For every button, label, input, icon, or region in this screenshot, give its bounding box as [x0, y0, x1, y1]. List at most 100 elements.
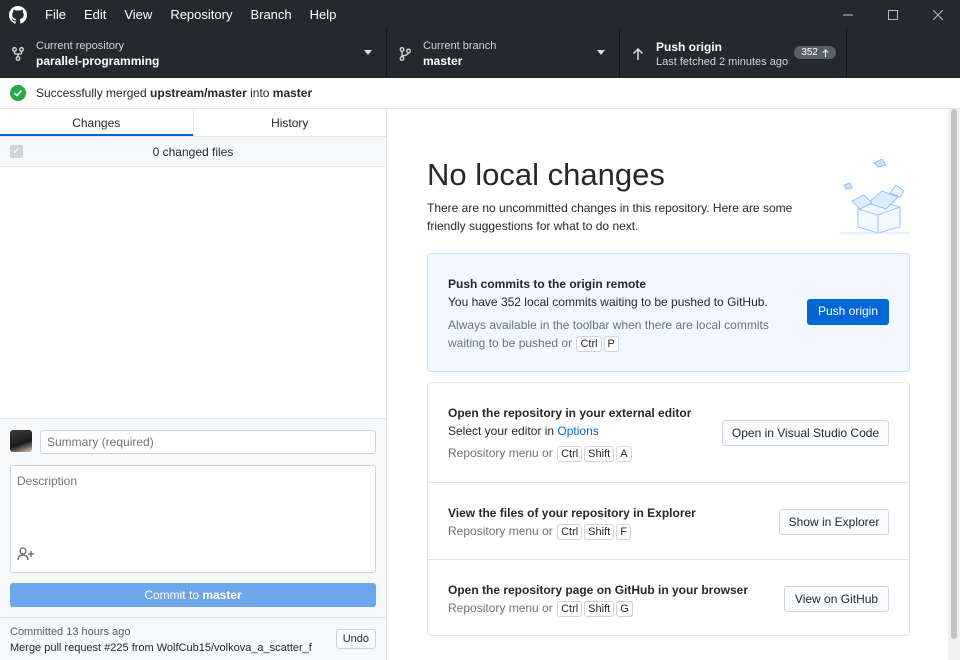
menu-bar: File Edit View Repository Branch Help	[36, 0, 345, 29]
repo-icon	[0, 46, 36, 61]
menu-file[interactable]: File	[36, 0, 75, 29]
commit-count-badge: 352	[794, 46, 836, 59]
github-action: Open the repository page on GitHub in yo…	[428, 559, 909, 636]
menu-edit[interactable]: Edit	[75, 0, 115, 29]
title-bar: File Edit View Repository Branch Help	[0, 0, 960, 29]
maximize-icon[interactable]	[870, 0, 915, 29]
explorer-menu-text: Repository menu or	[448, 524, 553, 538]
menu-repository[interactable]: Repository	[161, 0, 241, 29]
push-origin-button[interactable]: Push origin Last fetched 2 minutes ago 3…	[620, 29, 847, 78]
commit-button-branch: master	[202, 588, 242, 602]
push-commits-card: Push commits to the origin remote You ha…	[427, 253, 910, 372]
changed-files-header: ✓ 0 changed files	[0, 137, 386, 167]
github-menu-text: Repository menu or	[448, 601, 553, 615]
sidebar-tabs: Changes History	[0, 109, 386, 137]
github-logo-icon	[0, 0, 36, 29]
repo-label: Current repository	[36, 39, 125, 52]
github-shortcut: Repository menu or Ctrl Shift G	[448, 599, 634, 617]
commit-count: 352	[801, 47, 818, 58]
kbd-shift: Shift	[584, 601, 615, 617]
editor-line: Select your editor in Options	[448, 424, 599, 438]
kbd-ctrl: Ctrl	[557, 524, 583, 540]
commit-button[interactable]: Commit to master	[10, 583, 376, 607]
kbd-a: A	[616, 446, 632, 462]
banner-text: Successfully merged upstream/master into…	[36, 86, 312, 100]
select-all-checkbox[interactable]: ✓	[10, 145, 23, 158]
commit-form: Summary (required) Description Commit to…	[0, 418, 386, 660]
kbd-ctrl: Ctrl	[557, 446, 583, 462]
branch-name: master	[423, 53, 463, 68]
push-card-heading: Push commits to the origin remote	[448, 277, 647, 291]
chevron-down-icon	[597, 50, 605, 55]
last-commit-time: Committed 13 hours ago	[10, 626, 131, 638]
chevron-down-icon	[364, 50, 372, 55]
explorer-action: View the files of your repository in Exp…	[428, 482, 909, 559]
branch-label: Current branch	[423, 39, 497, 52]
menu-view[interactable]: View	[115, 0, 161, 29]
tab-changes[interactable]: Changes	[0, 109, 193, 136]
last-commit-message: Merge pull request #225 from WolfCub15/v…	[10, 642, 312, 654]
open-in-vscode-button[interactable]: Open in Visual Studio Code	[722, 420, 889, 446]
minimize-icon[interactable]	[825, 0, 870, 29]
push-title: Push origin	[656, 39, 722, 54]
editor-action: Open the repository in your external edi…	[428, 383, 909, 482]
push-card-note-line2: waiting to be pushed or Ctrl P	[448, 334, 788, 352]
current-branch-dropdown[interactable]: Current branch master	[387, 29, 620, 78]
banner-prefix: Successfully merged	[36, 86, 151, 100]
banner-target-branch: master	[272, 86, 313, 100]
page-title: No local changes	[427, 157, 665, 192]
kbd-f: F	[616, 524, 631, 540]
kbd-shift: Shift	[584, 446, 615, 462]
current-repository-dropdown[interactable]: Current repository parallel-programming	[0, 29, 387, 78]
undo-button[interactable]: Undo	[335, 629, 376, 649]
scrollbar[interactable]	[948, 109, 960, 660]
add-coauthor-icon[interactable]	[17, 547, 35, 564]
tab-history[interactable]: History	[192, 109, 387, 136]
scrollbar-thumb[interactable]	[951, 109, 957, 639]
suggestions-card: Open the repository in your external edi…	[427, 382, 910, 636]
explorer-heading: View the files of your repository in Exp…	[448, 506, 696, 520]
github-heading: Open the repository page on GitHub in yo…	[448, 583, 749, 597]
no-changes-view: No local changes There are no uncommitte…	[388, 109, 960, 660]
last-commit-bar: Committed 13 hours ago Merge pull reques…	[0, 617, 386, 660]
banner-source-branch: upstream/master	[150, 86, 247, 100]
window-controls	[825, 0, 960, 29]
view-on-github-button[interactable]: View on GitHub	[784, 586, 889, 612]
kbd-shift: Shift	[584, 524, 615, 540]
summary-input[interactable]: Summary (required)	[40, 430, 376, 454]
options-link[interactable]: Options	[557, 424, 598, 438]
changed-files-count: 0 changed files	[152, 144, 234, 159]
kbd-p: P	[603, 336, 619, 352]
merge-success-banner: Successfully merged upstream/master into…	[0, 78, 960, 109]
push-card-note-line1: Always available in the toolbar when the…	[448, 318, 769, 332]
push-origin-card-button[interactable]: Push origin	[807, 299, 889, 325]
toolbar: Current repository parallel-programming …	[0, 29, 960, 78]
branch-icon	[387, 46, 423, 61]
arrow-up-icon	[620, 47, 656, 61]
description-placeholder: Description	[17, 474, 78, 488]
editor-line-prefix: Select your editor in	[448, 424, 558, 438]
kbd-g: G	[616, 601, 633, 617]
menu-branch[interactable]: Branch	[241, 0, 300, 29]
arrow-up-icon	[822, 48, 829, 57]
menu-help[interactable]: Help	[301, 0, 346, 29]
description-field[interactable]: Description	[10, 465, 376, 573]
push-last-fetched: Last fetched 2 minutes ago	[656, 55, 789, 68]
push-card-note: Always available in the toolbar when the…	[448, 316, 788, 352]
empty-state-illustration	[838, 157, 912, 235]
close-icon[interactable]	[915, 0, 960, 29]
kbd-ctrl: Ctrl	[576, 336, 602, 352]
push-card-note-text: waiting to be pushed or	[448, 336, 573, 350]
commit-button-prefix: Commit to	[144, 588, 203, 602]
editor-heading: Open the repository in your external edi…	[448, 406, 692, 420]
avatar	[10, 430, 32, 452]
repo-name: parallel-programming	[36, 53, 160, 68]
page-subtitle: There are no uncommitted changes in this…	[427, 201, 793, 233]
editor-shortcut: Repository menu or Ctrl Shift A	[448, 444, 633, 462]
banner-mid: into	[246, 86, 273, 100]
show-in-explorer-button[interactable]: Show in Explorer	[779, 509, 889, 535]
editor-menu-text: Repository menu or	[448, 446, 553, 460]
push-card-description: You have 352 local commits waiting to be…	[448, 295, 768, 309]
kbd-ctrl: Ctrl	[557, 601, 583, 617]
changes-sidebar: Changes History ✓ 0 changed files Summar…	[0, 109, 387, 660]
